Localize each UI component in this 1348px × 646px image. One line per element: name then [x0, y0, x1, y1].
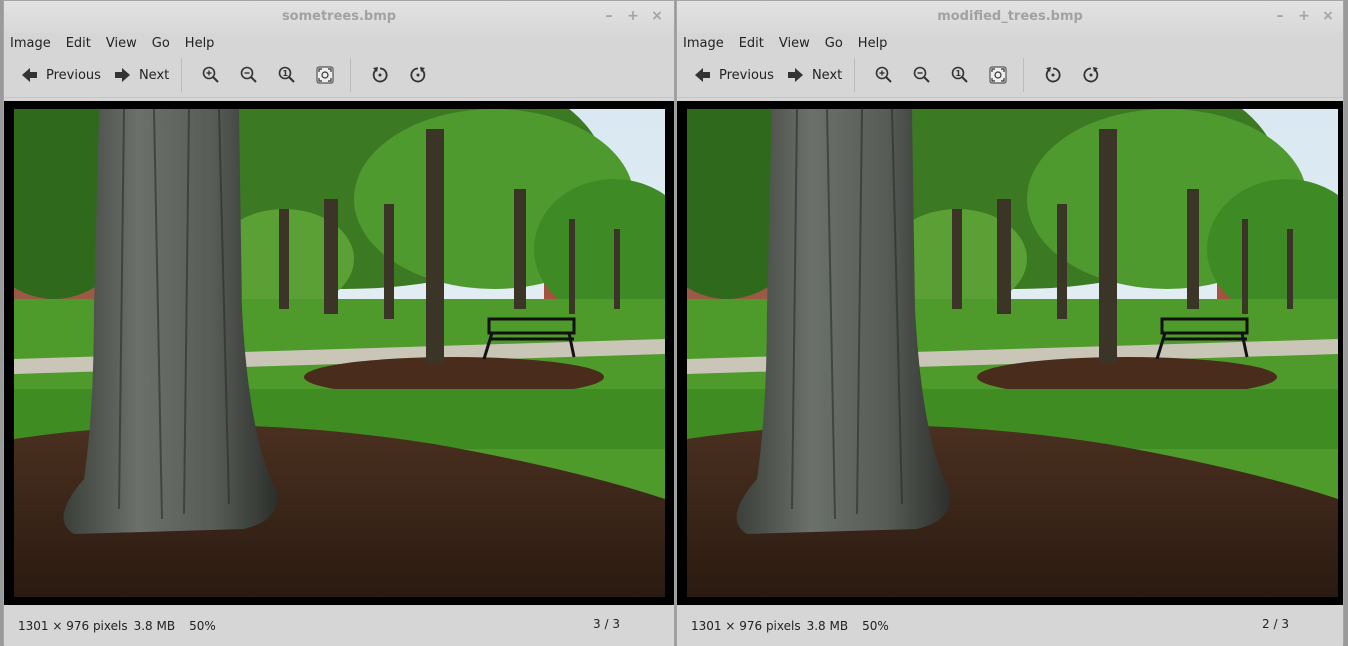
- toolbar-separator: [350, 58, 352, 92]
- previous-button[interactable]: Previous: [687, 59, 780, 91]
- toolbar: Previous Next 1: [4, 53, 674, 98]
- title-bar[interactable]: sometrees.bmp – + ×: [4, 1, 674, 33]
- photo-trees: [14, 109, 665, 597]
- zoom-in-icon: [874, 65, 894, 85]
- zoom-level: 50%: [862, 618, 889, 633]
- previous-label: Previous: [719, 67, 774, 83]
- svg-text:1: 1: [283, 69, 289, 78]
- image-dimensions: 1301 × 976 pixels: [691, 618, 801, 633]
- rotate-right-icon: [1081, 65, 1101, 85]
- zoom-fit-icon: [315, 65, 335, 85]
- menu-edit[interactable]: Edit: [739, 36, 764, 51]
- image-position: 2 / 3: [1262, 617, 1289, 631]
- photo-trees: [687, 109, 1338, 597]
- zoom-level: 50%: [189, 618, 216, 633]
- rotate-right-button[interactable]: [1072, 59, 1110, 91]
- zoom-in-button[interactable]: [192, 59, 230, 91]
- zoom-original-button[interactable]: 1: [268, 59, 306, 91]
- menu-view[interactable]: View: [779, 36, 810, 51]
- menu-go[interactable]: Go: [825, 36, 843, 51]
- file-size: 3.8 MB: [806, 618, 849, 633]
- zoom-in-button[interactable]: [865, 59, 903, 91]
- rotate-left-button[interactable]: [1034, 59, 1072, 91]
- menu-view[interactable]: View: [106, 36, 137, 51]
- toolbar-separator: [854, 58, 856, 92]
- file-size: 3.8 MB: [133, 618, 176, 633]
- arrow-right-icon: [113, 65, 133, 85]
- maximize-button[interactable]: +: [626, 7, 640, 25]
- menu-edit[interactable]: Edit: [66, 36, 91, 51]
- zoom-original-button[interactable]: 1: [941, 59, 979, 91]
- image-canvas[interactable]: [4, 101, 674, 605]
- zoom-original-icon: 1: [277, 65, 297, 85]
- menu-image[interactable]: Image: [10, 36, 51, 51]
- image-viewer-window-left: sometrees.bmp – + × Image Edit View Go H…: [3, 0, 675, 646]
- toolbar: Previous Next 1: [677, 53, 1343, 98]
- maximize-button[interactable]: +: [1297, 7, 1311, 25]
- zoom-in-icon: [201, 65, 221, 85]
- zoom-fit-button[interactable]: [979, 59, 1017, 91]
- zoom-out-icon: [239, 65, 259, 85]
- rotate-right-button[interactable]: [399, 59, 437, 91]
- close-button[interactable]: ×: [1321, 7, 1335, 25]
- next-label: Next: [811, 67, 843, 83]
- menu-go[interactable]: Go: [152, 36, 170, 51]
- rotate-left-icon: [370, 65, 390, 85]
- rotate-left-button[interactable]: [361, 59, 399, 91]
- next-button[interactable]: Next: [780, 59, 848, 91]
- previous-label: Previous: [46, 67, 101, 83]
- status-bar: 1301 × 976 pixels 3.8 MB 50% 2 / 3: [677, 605, 1343, 646]
- image-viewer-window-right: modified_trees.bmp – + × Image Edit View…: [676, 0, 1344, 646]
- zoom-fit-icon: [988, 65, 1008, 85]
- window-title: modified_trees.bmp: [937, 9, 1083, 24]
- previous-button[interactable]: Previous: [14, 59, 107, 91]
- menu-image[interactable]: Image: [683, 36, 724, 51]
- status-bar: 1301 × 976 pixels 3.8 MB 50% 3 / 3: [4, 605, 674, 646]
- svg-text:1: 1: [956, 69, 962, 78]
- toolbar-separator: [1023, 58, 1025, 92]
- image-dimensions: 1301 × 976 pixels: [18, 618, 128, 633]
- zoom-original-icon: 1: [950, 65, 970, 85]
- menu-bar: Image Edit View Go Help: [4, 33, 674, 53]
- image-canvas[interactable]: [677, 101, 1343, 605]
- next-label: Next: [138, 67, 170, 83]
- zoom-out-button[interactable]: [903, 59, 941, 91]
- close-button[interactable]: ×: [650, 7, 664, 25]
- window-title: sometrees.bmp: [281, 9, 397, 24]
- rotate-left-icon: [1043, 65, 1063, 85]
- arrow-left-icon: [693, 65, 713, 85]
- toolbar-separator: [181, 58, 183, 92]
- zoom-fit-button[interactable]: [306, 59, 344, 91]
- rotate-right-icon: [408, 65, 428, 85]
- minimize-button[interactable]: –: [602, 7, 616, 25]
- next-button[interactable]: Next: [107, 59, 175, 91]
- zoom-out-icon: [912, 65, 932, 85]
- menu-help[interactable]: Help: [858, 36, 888, 51]
- title-bar[interactable]: modified_trees.bmp – + ×: [677, 1, 1343, 33]
- zoom-out-button[interactable]: [230, 59, 268, 91]
- menu-help[interactable]: Help: [185, 36, 215, 51]
- minimize-button[interactable]: –: [1273, 7, 1287, 25]
- menu-bar: Image Edit View Go Help: [677, 33, 1343, 53]
- arrow-left-icon: [20, 65, 40, 85]
- arrow-right-icon: [786, 65, 806, 85]
- image-position: 3 / 3: [593, 617, 620, 631]
